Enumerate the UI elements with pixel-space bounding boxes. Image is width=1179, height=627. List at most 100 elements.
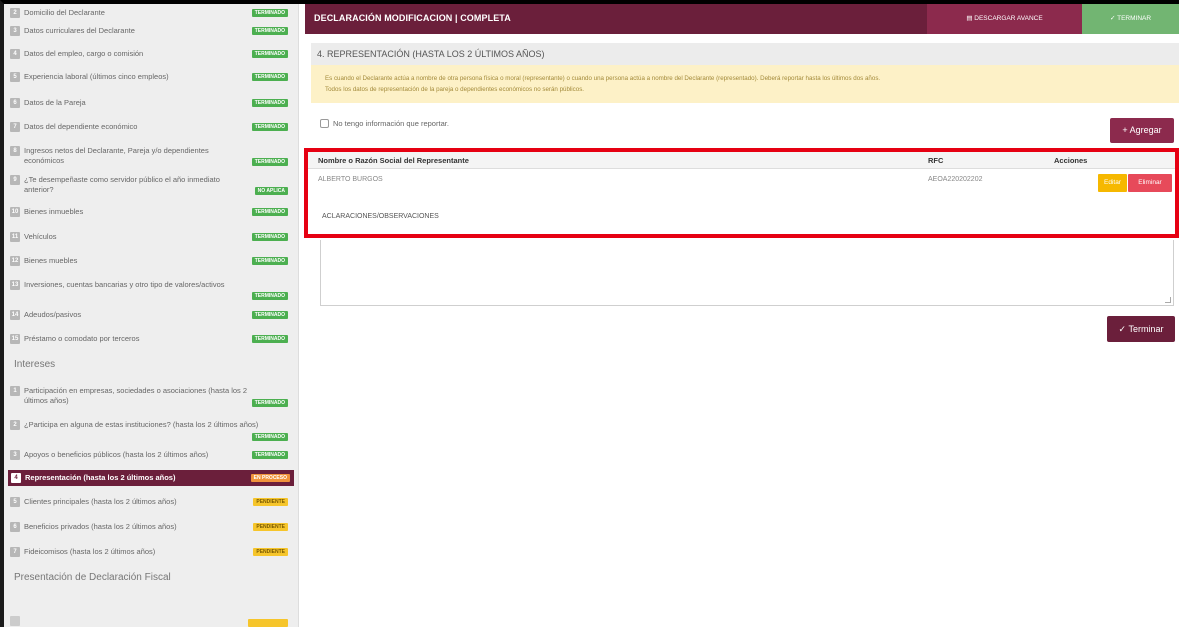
- status-badge: NO APLICA: [254, 187, 288, 195]
- status-badge: TERMINADO: [251, 292, 288, 300]
- table-cell-rfc: AEOA220202202: [928, 176, 983, 183]
- status-badge: TERMINADO: [251, 433, 288, 441]
- sidebar-item-instituciones[interactable]: 2 ¿Participa en alguna de estas instituc…: [10, 420, 292, 442]
- status-badge: TERMINADO: [251, 99, 288, 107]
- status-badge: TERMINADO: [251, 257, 288, 265]
- step-number: 7: [10, 547, 20, 557]
- delete-button[interactable]: Eliminar: [1128, 174, 1172, 192]
- sidebar-item-label: Clientes principales (hasta los 2 último…: [24, 497, 177, 506]
- status-badge: TERMINADO: [251, 158, 288, 166]
- sidebar-item-servidor[interactable]: 9 ¿Te desempeñaste como servidor público…: [10, 175, 292, 197]
- step-number: 9: [10, 175, 20, 185]
- status-badge: TERMINADO: [251, 50, 288, 58]
- sidebar-item-label: ¿Participa en alguna de estas institucio…: [24, 420, 259, 429]
- sidebar-item-prestamo[interactable]: 15 Préstamo o comodato por terceros TERM…: [10, 334, 292, 344]
- step-number: 15: [10, 334, 20, 344]
- sidebar-item-domicilio[interactable]: 2 Domicilio del Declarante TERMINADO: [10, 8, 292, 18]
- resize-handle-icon[interactable]: [1165, 297, 1171, 303]
- status-badge: [248, 619, 288, 627]
- column-header-actions: Acciones: [1054, 156, 1088, 165]
- status-badge: TERMINADO: [251, 233, 288, 241]
- status-badge: PENDIENTE: [253, 548, 288, 556]
- column-header-rfc: RFC: [928, 156, 944, 165]
- sidebar-item-ingresos[interactable]: 8 Ingresos netos del Declarante, Pareja …: [10, 146, 292, 168]
- sidebar-item-label: Fideicomisos (hasta los 2 últimos años): [24, 547, 156, 556]
- status-badge: TERMINADO: [251, 73, 288, 81]
- page-title: DECLARACIÓN MODIFICACION | COMPLETA: [314, 13, 511, 23]
- status-badge: TERMINADO: [251, 399, 288, 407]
- sidebar-item-label: Beneficios privados (hasta los 2 últimos…: [24, 522, 177, 531]
- sidebar-item-inmuebles[interactable]: 10 Bienes inmuebles TERMINADO: [10, 207, 292, 217]
- sidebar-item-pareja[interactable]: 6 Datos de la Pareja TERMINADO: [10, 98, 292, 108]
- sidebar-item-partial[interactable]: [10, 616, 292, 627]
- aclaraciones-textarea[interactable]: [320, 240, 1174, 306]
- sidebar-item-muebles[interactable]: 12 Bienes muebles TERMINADO: [10, 256, 292, 266]
- step-number: 10: [10, 207, 20, 217]
- step-number: 2: [10, 420, 20, 430]
- top-bar: DECLARACIÓN MODIFICACION | COMPLETA ▤ DE…: [305, 4, 1179, 34]
- finish-button[interactable]: ✓ Terminar: [1107, 316, 1175, 342]
- sidebar-item-label: ¿Te desempeñaste como servidor público e…: [24, 175, 220, 194]
- status-badge: EN PROCESO: [250, 474, 290, 482]
- step-number: 4: [11, 473, 21, 483]
- alert-text-line-2: Todos los datos de representación de la …: [325, 86, 585, 93]
- add-button[interactable]: + Agregar: [1110, 118, 1174, 143]
- status-badge: TERMINADO: [251, 335, 288, 343]
- check-icon: ✓: [1118, 324, 1129, 334]
- sidebar-item-experiencia[interactable]: 5 Experiencia laboral (últimos cinco emp…: [10, 72, 292, 82]
- step-number: 8: [10, 146, 20, 156]
- download-progress-button[interactable]: ▤ DESCARGAR AVANCE: [927, 4, 1082, 34]
- status-badge: TERMINADO: [251, 9, 288, 17]
- step-number: [10, 616, 20, 626]
- step-number: 12: [10, 256, 20, 266]
- sidebar-item-adeudos[interactable]: 14 Adeudos/pasivos TERMINADO: [10, 310, 292, 320]
- step-number: 6: [10, 522, 20, 532]
- sidebar-item-empleo[interactable]: 4 Datos del empleo, cargo o comisión TER…: [10, 49, 292, 59]
- status-badge: TERMINADO: [251, 311, 288, 319]
- finish-top-label: TERMINAR: [1117, 15, 1152, 22]
- edit-button[interactable]: Editar: [1098, 174, 1127, 192]
- sidebar-item-label: Inversiones, cuentas bancarias y otro ti…: [24, 280, 225, 289]
- no-info-checkbox-row[interactable]: No tengo información que reportar.: [320, 119, 449, 128]
- finish-button-label: Terminar: [1128, 324, 1164, 334]
- step-number: 1: [10, 386, 20, 396]
- step-number: 6: [10, 98, 20, 108]
- step-number: 5: [10, 72, 20, 82]
- table-header-row: Nombre o Razón Social del Representante …: [308, 152, 1175, 169]
- representation-table: Nombre o Razón Social del Representante …: [304, 148, 1179, 238]
- step-number: 11: [10, 232, 20, 242]
- section-title: 4. REPRESENTACIÓN (HASTA LOS 2 ÚLTIMOS A…: [311, 43, 1179, 65]
- step-number: 3: [10, 450, 20, 460]
- step-number: 2: [10, 8, 20, 18]
- sidebar-item-beneficios[interactable]: 6 Beneficios privados (hasta los 2 últim…: [10, 522, 292, 532]
- column-header-name: Nombre o Razón Social del Representante: [318, 156, 469, 165]
- sidebar-item-representacion[interactable]: 4 Representación (hasta los 2 últimos añ…: [8, 470, 294, 486]
- no-info-checkbox[interactable]: [320, 119, 329, 128]
- sidebar-item-participacion[interactable]: 1 Participación en empresas, sociedades …: [10, 386, 292, 408]
- alert-text-line-1: Es cuando el Declarante actúa a nombre d…: [325, 75, 881, 82]
- download-progress-label: DESCARGAR AVANCE: [974, 15, 1043, 22]
- step-number: 5: [10, 497, 20, 507]
- sidebar-item-curriculares[interactable]: 3 Datos curriculares del Declarante TERM…: [10, 26, 292, 36]
- section-heading-intereses: Intereses: [14, 359, 56, 370]
- sidebar-item-inversiones[interactable]: 13 Inversiones, cuentas bancarias y otro…: [10, 280, 292, 302]
- step-number: 14: [10, 310, 20, 320]
- sidebar-item-vehiculos[interactable]: 11 Vehículos TERMINADO: [10, 232, 292, 242]
- aclaraciones-label: ACLARACIONES/OBSERVACIONES: [322, 213, 439, 220]
- sidebar-item-apoyos[interactable]: 3 Apoyos o beneficios públicos (hasta lo…: [10, 450, 292, 460]
- step-number: 4: [10, 49, 20, 59]
- finish-top-button[interactable]: ✓ TERMINAR: [1082, 4, 1179, 34]
- step-number: 13: [10, 280, 20, 290]
- section-heading-fiscal: Presentación de Declaración Fiscal: [14, 572, 171, 583]
- sidebar-item-fideicomisos[interactable]: 7 Fideicomisos (hasta los 2 últimos años…: [10, 547, 292, 557]
- table-cell-name: ALBERTO BURGOS: [318, 176, 383, 183]
- step-number: 3: [10, 26, 20, 36]
- step-number: 7: [10, 122, 20, 132]
- sidebar-item-dependiente[interactable]: 7 Datos del dependiente económico TERMIN…: [10, 122, 292, 132]
- status-badge: PENDIENTE: [253, 523, 288, 531]
- status-badge: TERMINADO: [251, 208, 288, 216]
- status-badge: TERMINADO: [251, 451, 288, 459]
- sidebar-item-clientes[interactable]: 5 Clientes principales (hasta los 2 últi…: [10, 497, 292, 507]
- status-badge: TERMINADO: [251, 27, 288, 35]
- info-alert: Es cuando el Declarante actúa a nombre d…: [311, 65, 1179, 103]
